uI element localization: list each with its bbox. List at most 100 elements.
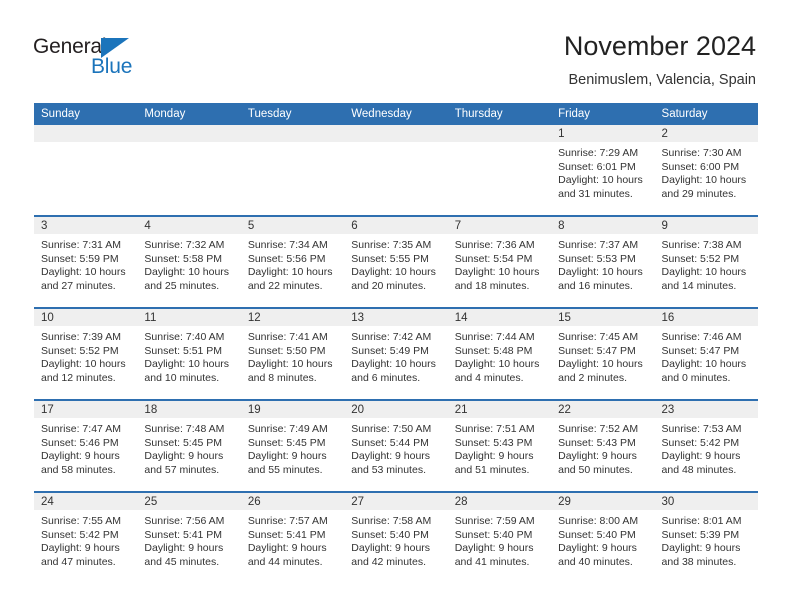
calendar-day-cell[interactable]: 21 Sunrise: 7:51 AM Sunset: 5:43 PM Dayligh… [447,401,552,491]
calendar-day-cell[interactable]: 18 Sunrise: 7:48 AM Sunset: 5:45 PM Dayligh… [137,401,241,491]
calendar-week-row: 24 Sunrise: 7:55 AM Sunset: 5:42 PM Dayligh… [34,491,758,583]
sunrise-text: Sunrise: 7:40 AM [144,331,225,343]
daylight-text: Daylight: 10 hours and 16 minutes. [558,266,643,292]
calendar-day-cell[interactable]: 28 Sunrise: 7:59 AM Sunset: 5:40 PM Dayligh… [447,493,552,583]
day-number: 8 [551,217,655,234]
calendar-day-cell[interactable]: 6 Sunrise: 7:35 AM Sunset: 5:55 PM Daylight… [344,217,448,307]
calendar-day-cell[interactable]: 26 Sunrise: 7:57 AM Sunset: 5:41 PM Dayligh… [240,493,345,583]
calendar-day-cell[interactable]: 25 Sunrise: 7:56 AM Sunset: 5:41 PM Dayligh… [137,493,241,583]
sunset-text: Sunset: 5:55 PM [351,252,429,265]
calendar-day-cell[interactable]: 12 Sunrise: 7:41 AM Sunset: 5:50 PM Dayligh… [240,309,345,399]
day-number: 10 [34,309,138,326]
calendar-day-cell[interactable]: 14 Sunrise: 7:44 AM Sunset: 5:48 PM Dayligh… [447,309,552,399]
page-title: November 2024 [563,31,756,61]
daylight-text: Daylight: 9 hours and 41 minutes. [454,542,534,568]
calendar-grid: Sunday Monday Tuesday Wednesday Thursday Frid… [34,103,758,583]
day-details: Sunrise: 7:39 AM Sunset: 5:52 PM Daylight:… [34,326,137,385]
day-number [137,125,241,142]
calendar-day-cell[interactable]: 2 Sunrise: 7:30 AM Sunset: 6:00 PM Daylight… [654,125,758,215]
calendar-day-cell[interactable]: 3 Sunrise: 7:31 AM Sunset: 5:59 PM Daylight… [34,217,138,307]
weekday-header-wednesday: Wednesday [351,108,412,120]
calendar-day-cell[interactable]: 4 Sunrise: 7:32 AM Sunset: 5:58 PM Daylight… [137,217,241,307]
sunrise-text: Sunrise: 7:47 AM [41,423,121,435]
sunset-text: Sunset: 5:46 PM [41,436,119,449]
daylight-text: Daylight: 10 hours and 20 minutes. [351,266,436,292]
daylight-text: Daylight: 9 hours and 38 minutes. [661,542,741,568]
day-number: 5 [240,217,345,234]
calendar-day-cell[interactable]: 5 Sunrise: 7:34 AM Sunset: 5:56 PM Daylight… [240,217,345,307]
sunset-text: Sunset: 5:47 PM [558,344,636,357]
day-number: 16 [654,309,758,326]
daylight-text: Daylight: 10 hours and 22 minutes. [247,266,333,292]
calendar-day-cell[interactable]: 13 Sunrise: 7:42 AM Sunset: 5:49 PM Dayligh… [344,309,448,399]
sunrise-text: Sunrise: 7:42 AM [351,331,432,343]
logo-text-blue: Blue [91,55,133,78]
calendar-day-cell[interactable]: 10 Sunrise: 7:39 AM Sunset: 5:52 PM Dayligh… [34,309,138,399]
title-block: November 2024 Benimuslem, Valencia, Spai… [564,30,756,90]
calendar-day-cell[interactable]: 8 Sunrise: 7:37 AM Sunset: 5:53 PM Daylight… [551,217,655,307]
calendar-page: { "brand": { "logo_text_1": "General", "… [0,0,792,612]
sunset-text: Sunset: 5:40 PM [558,528,636,541]
sunset-text: Sunset: 5:41 PM [144,528,223,541]
sunset-text: Sunset: 5:56 PM [247,252,326,265]
day-number: 25 [137,493,241,510]
day-number: 1 [551,125,655,142]
daylight-text: Daylight: 10 hours and 18 minutes. [454,266,540,292]
calendar-day-cell[interactable]: 22 Sunrise: 7:52 AM Sunset: 5:43 PM Dayligh… [551,401,655,491]
calendar-week-row: 3 Sunrise: 7:31 AM Sunset: 5:59 PM Daylight… [34,215,758,307]
calendar-day-cell[interactable]: 30 Sunrise: 8:01 AM Sunset: 5:39 PM Dayligh… [654,493,758,583]
calendar-day-cell[interactable]: 15 Sunrise: 7:45 AM Sunset: 5:47 PM Dayligh… [551,309,655,399]
generalblue-logo[interactable]: General Blue [33,36,163,82]
day-number [240,125,345,142]
sunset-text: Sunset: 5:47 PM [661,344,740,357]
calendar-week-row: 10 Sunrise: 7:39 AM Sunset: 5:52 PM Dayligh… [34,307,758,399]
day-number: 19 [240,401,345,418]
day-details: Sunrise: 7:51 AM Sunset: 5:43 PM Daylight:… [448,418,551,477]
sunset-text: Sunset: 5:45 PM [144,436,223,449]
sunrise-text: Sunrise: 7:51 AM [454,423,535,435]
daylight-text: Daylight: 9 hours and 58 minutes. [41,450,120,476]
sunset-text: Sunset: 6:00 PM [661,160,740,173]
day-number: 3 [34,217,138,234]
calendar-day-cell[interactable]: 9 Sunrise: 7:38 AM Sunset: 5:52 PM Daylight… [654,217,758,307]
calendar-day-cell[interactable]: 27 Sunrise: 7:58 AM Sunset: 5:40 PM Dayligh… [344,493,448,583]
calendar-day-cell-empty [240,125,345,215]
sunrise-text: Sunrise: 7:38 AM [661,239,742,251]
calendar-day-cell[interactable]: 20 Sunrise: 7:50 AM Sunset: 5:44 PM Dayligh… [344,401,448,491]
daylight-text: Daylight: 10 hours and 4 minutes. [454,358,540,384]
day-number: 30 [654,493,758,510]
calendar-day-cell-empty [137,125,241,215]
calendar-day-cell[interactable]: 16 Sunrise: 7:46 AM Sunset: 5:47 PM Dayligh… [654,309,758,399]
daylight-text: Daylight: 9 hours and 55 minutes. [247,450,327,476]
sunrise-text: Sunrise: 7:52 AM [558,423,639,435]
sunset-text: Sunset: 6:01 PM [558,160,636,173]
calendar-day-cell[interactable]: 19 Sunrise: 7:49 AM Sunset: 5:45 PM Dayligh… [240,401,345,491]
day-number [34,125,138,142]
sunset-text: Sunset: 5:54 PM [454,252,533,265]
calendar-day-cell[interactable]: 17 Sunrise: 7:47 AM Sunset: 5:46 PM Dayligh… [34,401,138,491]
day-number: 22 [551,401,655,418]
sunset-text: Sunset: 5:43 PM [454,436,533,449]
day-number: 20 [344,401,448,418]
sunrise-text: Sunrise: 7:53 AM [661,423,742,435]
calendar-day-cell[interactable]: 29 Sunrise: 8:00 AM Sunset: 5:40 PM Dayligh… [551,493,655,583]
day-details: Sunrise: 7:49 AM Sunset: 5:45 PM Daylight:… [241,418,344,477]
day-details: Sunrise: 7:29 AM Sunset: 6:01 PM Daylight:… [551,142,654,201]
day-details: Sunrise: 7:50 AM Sunset: 5:44 PM Daylight:… [344,418,447,477]
day-number: 13 [344,309,448,326]
sunrise-text: Sunrise: 7:37 AM [558,239,639,251]
day-details: Sunrise: 7:58 AM Sunset: 5:40 PM Daylight:… [344,510,447,569]
daylight-text: Daylight: 9 hours and 48 minutes. [661,450,741,476]
sunrise-text: Sunrise: 7:41 AM [247,331,328,343]
calendar-day-cell[interactable]: 24 Sunrise: 7:55 AM Sunset: 5:42 PM Dayligh… [34,493,138,583]
calendar-day-cell[interactable]: 7 Sunrise: 7:36 AM Sunset: 5:54 PM Daylight… [447,217,552,307]
sunrise-text: Sunrise: 7:46 AM [661,331,742,343]
daylight-text: Daylight: 9 hours and 53 minutes. [351,450,431,476]
day-details: Sunrise: 7:38 AM Sunset: 5:52 PM Daylight:… [655,234,758,293]
calendar-day-cell[interactable]: 23 Sunrise: 7:53 AM Sunset: 5:42 PM Dayligh… [654,401,758,491]
day-number: 28 [447,493,552,510]
calendar-day-cell[interactable]: 1 Sunrise: 7:29 AM Sunset: 6:01 PM Daylight… [551,125,655,215]
day-details: Sunrise: 7:35 AM Sunset: 5:55 PM Daylight:… [344,234,447,293]
sunrise-text: Sunrise: 7:35 AM [351,239,432,251]
calendar-day-cell[interactable]: 11 Sunrise: 7:40 AM Sunset: 5:51 PM Dayligh… [137,309,241,399]
